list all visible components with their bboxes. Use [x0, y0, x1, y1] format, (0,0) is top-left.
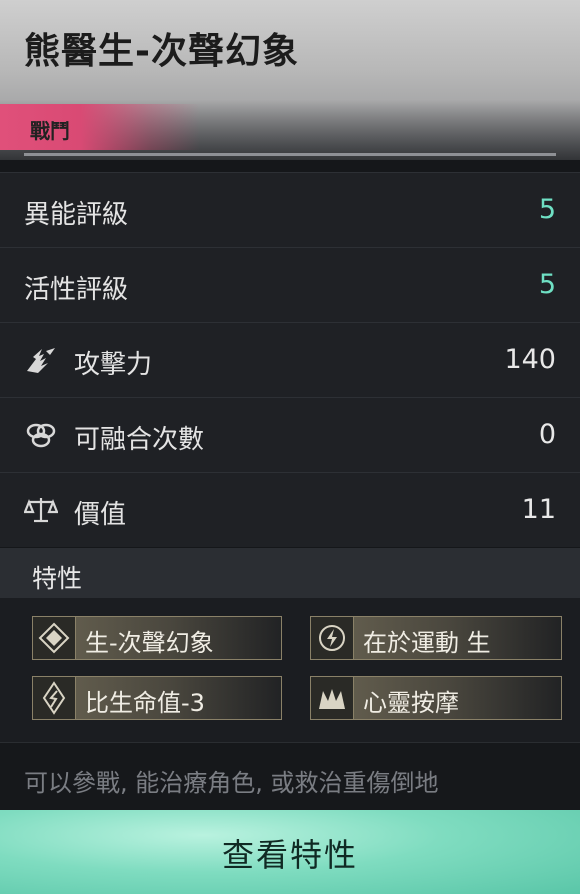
view-traits-button-label: 查看特性: [221, 836, 358, 874]
crystal-icon: [33, 677, 76, 719]
claw-icon: [27, 348, 55, 373]
stats-list: 異能評級 5 活性評級 5 攻擊力 140 可融合次數 0 價值 11: [0, 172, 580, 547]
traits-heading-label: 特性: [32, 564, 83, 593]
trait-label: 比生命值-3: [85, 689, 205, 717]
fusion-icon: [26, 423, 56, 448]
stat-value: 5: [538, 269, 556, 300]
diamond-icon: [33, 617, 76, 659]
view-traits-button[interactable]: 查看特性: [0, 810, 580, 894]
stat-value: 5: [538, 194, 556, 225]
category-tag: 戰鬥: [0, 104, 200, 150]
trait-chip[interactable]: 比生命值-3: [32, 676, 282, 720]
page-title: 熊醫生-次聲幻象: [24, 31, 299, 72]
trait-label: 生-次聲幻象: [85, 629, 214, 657]
category-tag-label: 戰鬥: [30, 119, 70, 143]
stat-row-activity-rating: 活性評級 5: [0, 247, 580, 322]
stat-value: 0: [538, 419, 556, 450]
header-divider: [24, 153, 556, 156]
stat-row-ability-rating: 異能評級 5: [0, 172, 580, 247]
stat-label: 活性評級: [24, 275, 129, 305]
stat-row-attack: 攻擊力 140: [0, 322, 580, 397]
stat-label: 攻擊力: [74, 350, 153, 380]
description-text: 可以參戰, 能治療角色, 或救治重傷倒地: [0, 742, 580, 811]
traits-heading: 特性: [0, 548, 580, 598]
trait-label: 在於運動 生: [363, 629, 491, 657]
trait-label: 心靈按摩: [363, 689, 459, 717]
stat-label: 可融合次數: [74, 425, 205, 455]
trait-chip[interactable]: 心靈按摩: [310, 676, 562, 720]
description-label: 可以參戰, 能治療角色, 或救治重傷倒地: [24, 769, 439, 797]
stat-value: 11: [521, 494, 556, 525]
stat-value: 140: [504, 344, 556, 375]
scale-icon: [24, 498, 58, 523]
stat-row-fusion-count: 可融合次數 0: [0, 397, 580, 472]
stat-label: 價值: [74, 500, 127, 530]
massage-icon: [311, 677, 354, 719]
trait-chip[interactable]: 生-次聲幻象: [32, 616, 282, 660]
target-icon: [311, 617, 354, 659]
traits-panel: 生-次聲幻象 在於運動 生 比生命值-3 心靈按摩: [0, 598, 580, 742]
stat-label: 異能評級: [24, 200, 129, 230]
trait-chip[interactable]: 在於運動 生: [310, 616, 562, 660]
stat-row-value: 價值 11: [0, 472, 580, 547]
